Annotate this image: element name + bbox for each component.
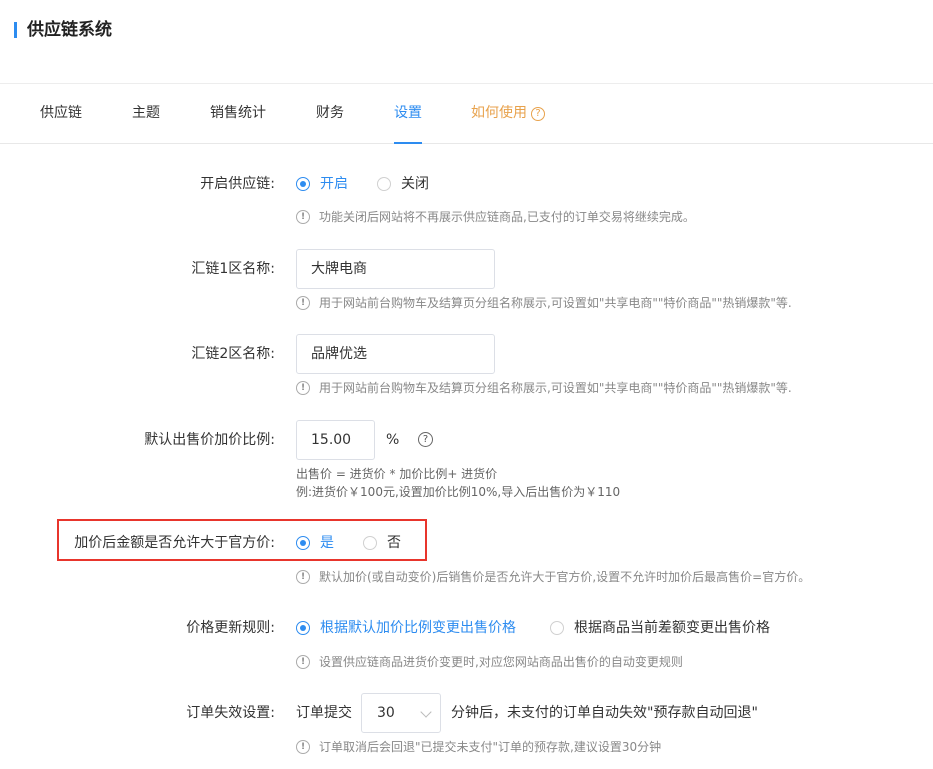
price-rule-ratio-radio[interactable]: 根据默认加价比例变更出售价格 xyxy=(296,618,516,638)
info-circle-icon: ! xyxy=(296,296,310,310)
price-rule-hint-text: 设置供应链商品进货价变更时,对应您网站商品出售价的自动变更规则 xyxy=(319,655,683,669)
info-circle-icon: ! xyxy=(296,570,310,584)
zone1-hint: ! 用于网站前台购物车及结算页分组名称展示,可设置如"共享电商""特价商品""热… xyxy=(296,295,792,311)
tab-theme[interactable]: 主题 xyxy=(132,84,160,144)
order-expire-minutes-select[interactable]: 30 xyxy=(361,693,441,733)
question-circle-icon: ? xyxy=(531,107,545,121)
markup-ratio-input[interactable]: 15.00 xyxy=(296,420,375,460)
order-expire-minutes-value: 30 xyxy=(377,705,395,721)
page-header: 供应链系统 xyxy=(0,0,933,84)
zone1-name-input[interactable]: 大牌电商 xyxy=(296,249,495,289)
enable-on-radio[interactable]: 开启 xyxy=(296,174,348,194)
tab-how-to-use-label: 如何使用 xyxy=(471,105,527,121)
exceed-yes-label: 是 xyxy=(320,535,334,551)
order-expire-label: 订单失效设置: xyxy=(186,705,275,721)
tab-sales-stats[interactable]: 销售统计 xyxy=(210,84,266,144)
tab-bar: 供应链 主题 销售统计 财务 设置 如何使用? xyxy=(0,84,933,144)
order-expire-prefix: 订单提交 xyxy=(296,705,352,721)
radio-dot xyxy=(296,536,310,550)
markup-formula: 出售价 = 进货价 * 加价比例+ 进货价 xyxy=(296,467,498,481)
radio-dot xyxy=(296,177,310,191)
info-circle-icon: ! xyxy=(296,740,310,754)
radio-dot xyxy=(550,621,564,635)
enable-hint: ! 功能关闭后网站将不再展示供应链商品,已支付的订单交易将继续完成。 xyxy=(296,209,695,225)
chevron-down-icon xyxy=(420,706,432,718)
exceed-no-label: 否 xyxy=(387,535,401,551)
enable-off-label: 关闭 xyxy=(401,176,429,192)
zone1-label: 汇链1区名称: xyxy=(191,261,275,277)
page-title: 供应链系统 xyxy=(27,20,112,40)
enable-label: 开启供应链: xyxy=(200,176,275,192)
title-accent-bar xyxy=(14,22,17,38)
info-circle-icon: ! xyxy=(296,655,310,669)
price-rule-label: 价格更新规则: xyxy=(186,620,275,636)
tab-finance[interactable]: 财务 xyxy=(316,84,344,144)
radio-dot xyxy=(377,177,391,191)
markup-example: 例:进货价￥100元,设置加价比例10%,导入后出售价为￥110 xyxy=(296,485,621,499)
zone2-hint: ! 用于网站前台购物车及结算页分组名称展示,可设置如"共享电商""特价商品""热… xyxy=(296,380,792,396)
exceed-hint-text: 默认加价(或自动变价)后销售价是否允许大于官方价,设置不允许时加价后最高售价=官… xyxy=(319,570,811,584)
price-rule-diff-label: 根据商品当前差额变更出售价格 xyxy=(574,620,770,636)
price-rule-ratio-label: 根据默认加价比例变更出售价格 xyxy=(320,620,516,636)
radio-dot xyxy=(363,536,377,550)
exceed-label: 加价后金额是否允许大于官方价: xyxy=(74,535,275,551)
zone2-name-input[interactable]: 品牌优选 xyxy=(296,334,495,374)
enable-hint-text: 功能关闭后网站将不再展示供应链商品,已支付的订单交易将继续完成。 xyxy=(319,210,695,224)
exceed-no-radio[interactable]: 否 xyxy=(363,533,401,553)
price-rule-diff-radio[interactable]: 根据商品当前差额变更出售价格 xyxy=(550,618,770,638)
order-expire-hint-text: 订单取消后会回退"已提交未支付"订单的预存款,建议设置30分钟 xyxy=(319,740,662,754)
order-expire-suffix: 分钟后，未支付的订单自动失效"预存款自动回退" xyxy=(451,705,758,721)
exceed-hint: ! 默认加价(或自动变价)后销售价是否允许大于官方价,设置不允许时加价后最高售价… xyxy=(296,569,810,585)
tab-supply-chain[interactable]: 供应链 xyxy=(40,84,82,144)
exceed-yes-radio[interactable]: 是 xyxy=(296,533,334,553)
enable-on-label: 开启 xyxy=(320,176,348,192)
tab-how-to-use[interactable]: 如何使用? xyxy=(471,84,545,144)
zone2-hint-text: 用于网站前台购物车及结算页分组名称展示,可设置如"共享电商""特价商品""热销爆… xyxy=(319,381,792,395)
zone1-hint-text: 用于网站前台购物车及结算页分组名称展示,可设置如"共享电商""特价商品""热销爆… xyxy=(319,296,792,310)
question-circle-icon[interactable]: ? xyxy=(418,432,433,447)
info-circle-icon: ! xyxy=(296,210,310,224)
tab-settings[interactable]: 设置 xyxy=(394,84,422,144)
order-expire-hint: ! 订单取消后会回退"已提交未支付"订单的预存款,建议设置30分钟 xyxy=(296,739,661,755)
radio-dot xyxy=(296,621,310,635)
markup-label: 默认出售价加价比例: xyxy=(144,432,275,448)
price-rule-hint: ! 设置供应链商品进货价变更时,对应您网站商品出售价的自动变更规则 xyxy=(296,654,683,670)
info-circle-icon: ! xyxy=(296,381,310,395)
enable-off-radio[interactable]: 关闭 xyxy=(377,174,429,194)
markup-unit: % xyxy=(386,432,400,448)
zone2-label: 汇链2区名称: xyxy=(191,346,275,362)
